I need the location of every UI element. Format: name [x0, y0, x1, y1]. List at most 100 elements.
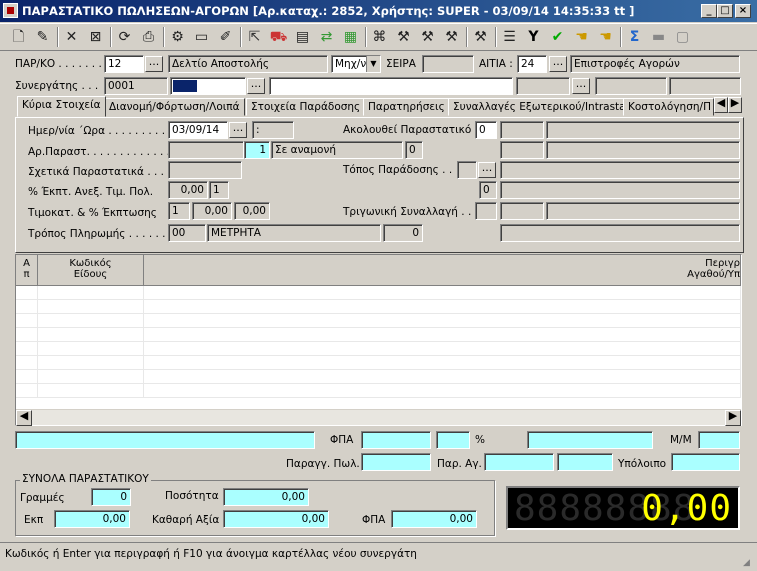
table-cell[interactable]	[144, 314, 741, 328]
scroll-left-button[interactable]: ◀	[16, 410, 32, 426]
parag-ag-field-2[interactable]	[557, 453, 613, 471]
resize-grip-icon[interactable]: ◢	[743, 557, 755, 569]
time-field[interactable]: :	[252, 121, 294, 139]
table-cell[interactable]	[144, 356, 741, 370]
edit-icon[interactable]: ✐	[215, 27, 236, 48]
synergatis-code[interactable]: 0001	[104, 77, 168, 95]
table-cell[interactable]	[16, 370, 38, 384]
report-icon[interactable]: ▦	[340, 27, 361, 48]
table-row[interactable]	[16, 356, 741, 370]
synergatis-name[interactable]	[269, 77, 513, 95]
table-cell[interactable]	[144, 300, 741, 314]
grid-col-desc[interactable]: Περιγρ Αγαθού/Υπ	[144, 255, 741, 286]
timokat-field[interactable]: 1	[168, 202, 190, 220]
tab-main[interactable]: Κύρια Στοιχεία	[17, 96, 106, 117]
grid-col-a[interactable]: Α π	[16, 255, 38, 286]
par-ko-field[interactable]: 12	[104, 55, 144, 73]
follows-field[interactable]: 0	[475, 121, 497, 139]
disk-icon[interactable]: ▬	[648, 27, 669, 48]
table-row[interactable]	[16, 342, 741, 356]
table-cell[interactable]	[16, 328, 38, 342]
ypoloipo-field[interactable]	[671, 453, 740, 471]
filter-icon[interactable]: Y	[523, 27, 544, 48]
synergatis-lookup-button[interactable]: ...	[247, 78, 265, 94]
items-grid[interactable]: Α π Κωδικός Είδους Περιγρ Αγαθού/Υπ ◀ ▶	[15, 254, 742, 426]
synergatis-extra-button[interactable]: ...	[572, 78, 590, 94]
date-picker-button[interactable]: ...	[229, 122, 247, 138]
payment-code[interactable]: 00	[168, 224, 206, 242]
table-cell[interactable]	[38, 356, 144, 370]
topos-field[interactable]	[457, 161, 477, 179]
amount-field[interactable]	[527, 431, 653, 449]
item-description-field[interactable]	[15, 431, 315, 449]
related-field[interactable]	[168, 161, 242, 179]
discount-field[interactable]: 0,00	[168, 181, 208, 199]
archive-icon[interactable]: ▤	[292, 27, 313, 48]
parag-field[interactable]	[361, 453, 431, 471]
table-cell[interactable]	[38, 328, 144, 342]
table-cell[interactable]	[144, 328, 741, 342]
sigma-icon[interactable]: Σ	[624, 27, 645, 48]
parag-ag-field[interactable]	[484, 453, 554, 471]
ar-field[interactable]: 1	[244, 141, 270, 159]
new-doc-icon[interactable]: 🗋	[8, 27, 29, 48]
tab-scroll-right[interactable]: ▶	[728, 97, 742, 113]
table-row[interactable]	[16, 286, 741, 300]
aitia-lookup-button[interactable]: ...	[549, 56, 567, 72]
tab-delivery[interactable]: Στοιχεία Παράδοσης	[246, 98, 366, 116]
delete-icon[interactable]: ✕	[61, 27, 82, 48]
tab-scroll-left[interactable]: ◀	[714, 97, 728, 113]
par-ko-lookup-button[interactable]: ...	[145, 56, 163, 72]
trig-field[interactable]	[475, 202, 497, 220]
hammer-icon[interactable]: ⚒	[393, 27, 414, 48]
table-row[interactable]	[16, 314, 741, 328]
table-cell[interactable]	[38, 384, 144, 398]
table-row[interactable]	[16, 370, 741, 384]
refresh-icon[interactable]: ⟳	[114, 27, 135, 48]
table-cell[interactable]	[38, 314, 144, 328]
transfer-icon[interactable]: ⇄	[316, 27, 337, 48]
check-icon[interactable]: ✔	[547, 27, 568, 48]
synergatis-field[interactable]	[170, 77, 246, 95]
date-field[interactable]: 03/09/14	[168, 121, 228, 139]
print-icon[interactable]: ⎙	[138, 27, 159, 48]
maximize-button[interactable]: □	[717, 4, 733, 18]
export-icon[interactable]: ⇱	[244, 27, 265, 48]
table-cell[interactable]	[38, 300, 144, 314]
notes-icon[interactable]: ☰	[499, 27, 520, 48]
aitia-field[interactable]: 24	[517, 55, 547, 73]
disk2-icon[interactable]: ▢	[672, 27, 693, 48]
topos-lookup-button[interactable]: ...	[478, 162, 496, 178]
clear-icon[interactable]: ⊠	[85, 27, 106, 48]
mode-select[interactable]: Μηχ/ν ▼	[331, 55, 381, 73]
table-cell[interactable]	[38, 342, 144, 356]
table-cell[interactable]	[144, 384, 741, 398]
table-cell[interactable]	[16, 342, 38, 356]
hand-icon[interactable]: ☚	[571, 27, 592, 48]
table-row[interactable]	[16, 384, 741, 398]
minimize-button[interactable]: _	[701, 4, 717, 18]
tab-distribution[interactable]: Διανομή/Φόρτωση/Λοιπά	[104, 98, 245, 116]
link-icon[interactable]: ⌘	[369, 27, 390, 48]
table-cell[interactable]	[16, 356, 38, 370]
table-cell[interactable]	[144, 286, 741, 300]
table-cell[interactable]	[16, 300, 38, 314]
table-cell[interactable]	[16, 384, 38, 398]
truck-icon[interactable]: ⛟	[268, 27, 289, 48]
folder-icon[interactable]: ▭	[191, 27, 212, 48]
open-icon[interactable]: ✎	[32, 27, 53, 48]
table-row[interactable]	[16, 300, 741, 314]
table-cell[interactable]	[16, 314, 38, 328]
table-cell[interactable]	[38, 370, 144, 384]
table-cell[interactable]	[38, 286, 144, 300]
fpa-field[interactable]	[361, 431, 431, 449]
hammer4-icon[interactable]: ⚒	[470, 27, 491, 48]
table-cell[interactable]	[144, 370, 741, 384]
close-button[interactable]: ×	[735, 4, 751, 18]
hand2-icon[interactable]: ☚	[595, 27, 616, 48]
hammer2-icon[interactable]: ⚒	[417, 27, 438, 48]
chevron-down-icon[interactable]: ▼	[366, 56, 380, 72]
scroll-right-button[interactable]: ▶	[725, 410, 741, 426]
tab-costing[interactable]: Κοστολόγηση/Π	[623, 98, 714, 116]
tab-foreign[interactable]: Συναλλαγές Εξωτερικού/Intrastat	[448, 98, 635, 116]
